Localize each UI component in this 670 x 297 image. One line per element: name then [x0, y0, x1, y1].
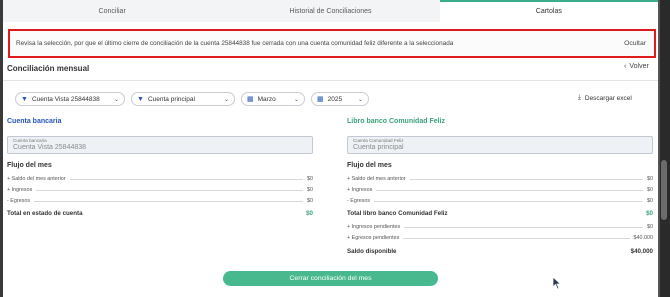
row-amount: $0	[647, 187, 653, 193]
bank-section-title: Cuenta bancaria	[7, 118, 62, 125]
row-amount: $0	[307, 187, 313, 193]
hide-alert-button[interactable]: Ocultar	[624, 40, 646, 47]
book-balance-row: Saldo disponible $40.000	[347, 247, 653, 255]
month-filter-value: Marzo	[257, 95, 276, 103]
book-flow-title: Flujo del mes	[347, 162, 392, 169]
back-label: Volver	[629, 63, 649, 70]
row-amount: $0	[307, 176, 313, 182]
row-amount: $0	[307, 198, 313, 204]
row-label: + Saldo del mes anterior	[347, 176, 406, 182]
total-label: Total libro banco Comunidad Feliz	[347, 210, 448, 217]
window-frame-left	[0, 0, 3, 297]
download-excel-button[interactable]: ⤓ Descargar excel	[578, 94, 632, 102]
bank-row-income: + Ingresos $0	[7, 185, 313, 193]
bank-account-field: Cuenta bancaria Cuenta Vista 25844838	[7, 136, 313, 154]
total-amount: $0	[306, 210, 313, 217]
calendar-icon: ▦	[247, 96, 254, 103]
book-account-field-value: Cuenta principal	[353, 144, 404, 151]
book-total-row: Total libro banco Comunidad Feliz $0	[347, 209, 653, 217]
back-button[interactable]: ‹ Volver	[624, 63, 649, 70]
book-account-field: Cuenta Comunidad Feliz Cuenta principal	[347, 136, 653, 154]
book-account-field-label: Cuenta Comunidad Feliz	[353, 138, 404, 143]
filter-icon: ▼	[137, 95, 144, 103]
row-amount: $40.000	[633, 235, 654, 241]
row-amount: $0	[647, 198, 653, 204]
book-row-expenses: - Egresos $0	[347, 196, 653, 204]
book-row-income: + Ingresos $0	[347, 185, 653, 193]
bank-account-field-label: Cuenta bancaria	[13, 138, 47, 143]
scrollbar[interactable]	[658, 0, 670, 297]
book-row-previous: + Saldo del mes anterior $0	[347, 174, 653, 182]
ledger-filter[interactable]: ▼ Cuenta principal ⌄	[131, 92, 235, 106]
scrollbar-thumb[interactable]	[661, 160, 667, 220]
bank-row-expenses: - Egresos $0	[7, 196, 313, 204]
chevron-left-icon: ‹	[624, 63, 627, 70]
download-label: Descargar excel	[584, 94, 632, 102]
tab-cartolas[interactable]: Cartolas	[439, 0, 659, 22]
ledger-filter-value: Cuenta principal	[147, 95, 195, 103]
bank-flow-title: Flujo del mes	[7, 162, 52, 169]
chevron-down-icon: ⌄	[293, 97, 299, 103]
balance-label: Saldo disponible	[347, 248, 397, 255]
month-filter[interactable]: ▦ Marzo ⌄	[241, 92, 305, 106]
bank-account-field-value: Cuenta Vista 25844838	[13, 144, 87, 151]
row-label: - Egresos	[347, 198, 371, 204]
tab-conciliar[interactable]: Conciliar	[3, 0, 221, 22]
row-label: - Egresos	[7, 198, 31, 204]
balance-amount: $40.000	[630, 248, 653, 255]
row-label: + Ingresos pendientes	[347, 224, 401, 230]
total-amount: $0	[646, 210, 653, 217]
book-row-pending-income: + Ingresos pendientes $0	[347, 222, 653, 230]
year-filter-value: 2025	[327, 95, 343, 103]
row-label: + Ingresos	[7, 187, 33, 193]
book-section-title: Libro banco Comunidad Feliz	[347, 118, 445, 125]
row-label: + Egresos pendientes	[347, 235, 400, 241]
row-amount: $0	[647, 224, 653, 230]
mouse-cursor-icon	[552, 276, 562, 290]
tab-bar: Conciliar Historial de Conciliaciones Ca…	[3, 0, 659, 22]
total-label: Total en estado de cuenta	[7, 210, 83, 217]
bank-total-row: Total en estado de cuenta $0	[7, 209, 313, 217]
account-filter-value: Cuenta Vista 25844838	[31, 95, 100, 103]
filter-icon: ▼	[21, 95, 28, 103]
divider	[3, 80, 658, 81]
close-reconciliation-button[interactable]: Cerrar conciliación del mes	[223, 271, 438, 286]
row-amount: $0	[647, 176, 653, 182]
tab-historial[interactable]: Historial de Conciliaciones	[221, 0, 439, 22]
row-label: + Ingresos	[347, 187, 373, 193]
warning-alert: Revisa la selección, por que el último c…	[8, 29, 656, 58]
chevron-down-icon: ⌄	[113, 97, 119, 103]
bank-row-previous: + Saldo del mes anterior $0	[7, 174, 313, 182]
row-label: + Saldo del mes anterior	[7, 176, 66, 182]
download-icon: ⤓	[578, 94, 581, 101]
book-row-pending-expenses: + Egresos pendientes $40.000	[347, 233, 653, 241]
alert-message: Revisa la selección, por que el último c…	[16, 40, 454, 47]
chevron-down-icon: ⌄	[357, 97, 363, 103]
calendar-icon: ▦	[317, 96, 324, 103]
account-filter[interactable]: ▼ Cuenta Vista 25844838 ⌄	[15, 92, 125, 106]
page-title: Conciliación mensual	[7, 64, 90, 73]
year-filter[interactable]: ▦ 2025 ⌄	[311, 92, 369, 106]
chevron-down-icon: ⌄	[223, 97, 229, 103]
